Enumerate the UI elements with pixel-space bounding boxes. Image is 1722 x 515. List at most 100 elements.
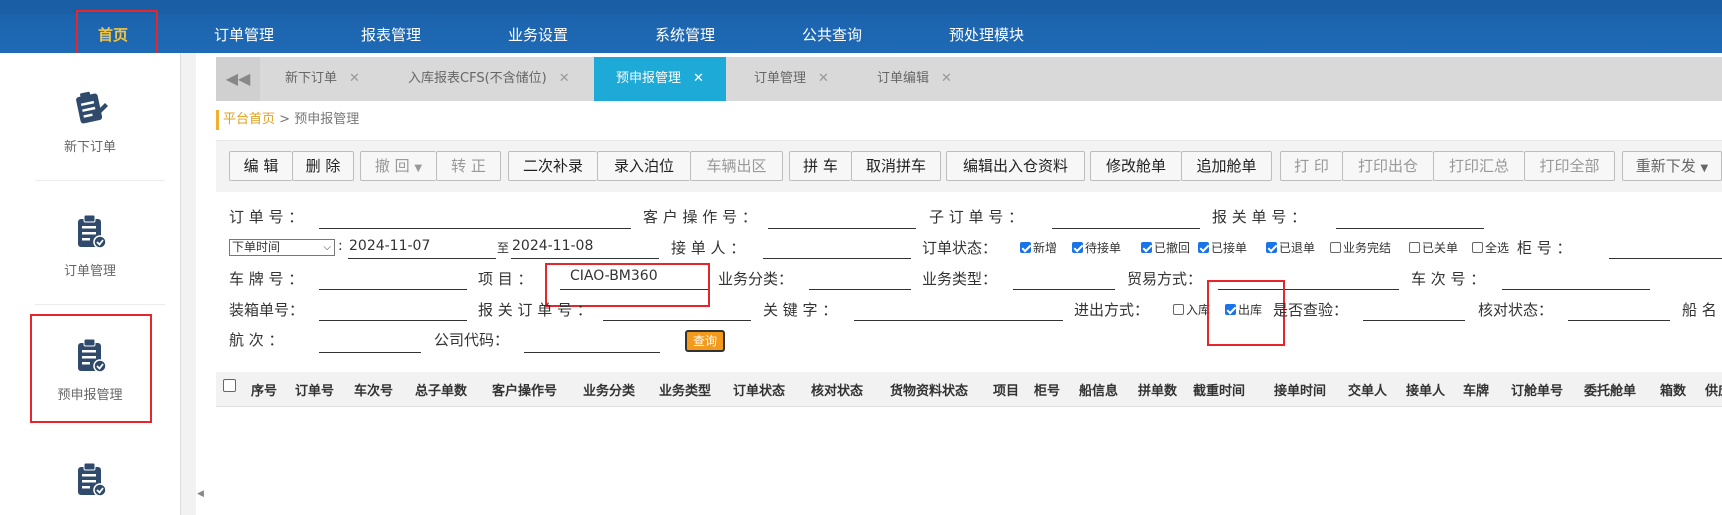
column-header[interactable]: 拼单数	[1138, 380, 1177, 399]
sidebar-item-order-mgmt[interactable]: 订单管理	[0, 212, 180, 279]
tab-scroll-back-icon[interactable]: ◀◀	[216, 57, 260, 101]
checkbox-icon[interactable]	[1072, 242, 1083, 253]
column-header[interactable]: 箱数	[1660, 380, 1686, 399]
delete-button[interactable]: 删 除	[292, 151, 354, 181]
date-to-input[interactable]: 2024-11-08	[512, 238, 593, 254]
column-header[interactable]: 订舱单号	[1511, 380, 1563, 399]
tab-inbound-report[interactable]: 入库报表CFS(不含储位) ✕	[408, 57, 570, 101]
date-from-input[interactable]: 2024-11-07	[349, 238, 430, 254]
checkbox-icon[interactable]	[1173, 304, 1184, 315]
sidebar-collapse-arrow-icon[interactable]: ◀	[197, 489, 204, 499]
keyword-input[interactable]	[854, 320, 1063, 321]
close-icon[interactable]: ✕	[349, 71, 360, 86]
column-header[interactable]: 总子单数	[415, 380, 467, 399]
enter-berth-button[interactable]: 录入泊位	[597, 151, 690, 181]
time-type-select[interactable]: 下单时间 ⌵	[229, 239, 335, 256]
status-checkbox[interactable]: 已关单	[1409, 239, 1458, 256]
checkbox-icon[interactable]	[1472, 242, 1483, 253]
tab-order-mgmt[interactable]: 订单管理 ✕	[754, 57, 829, 101]
nav-order-mgmt[interactable]: 订单管理	[214, 24, 274, 45]
column-header[interactable]: 接单人	[1406, 380, 1445, 399]
customs-no-input[interactable]	[1336, 228, 1484, 229]
print-summary-button[interactable]: 打印汇总	[1433, 151, 1524, 181]
sidebar-collapse-strip[interactable]	[180, 53, 196, 515]
checkbox-icon[interactable]	[1020, 242, 1031, 253]
column-header[interactable]: 核对状态	[811, 380, 863, 399]
checkbox-icon[interactable]	[1266, 242, 1277, 253]
nav-report-mgmt[interactable]: 报表管理	[361, 24, 421, 45]
inspection-input[interactable]	[1363, 320, 1465, 321]
vehicle-exit-button[interactable]: 车辆出区	[690, 151, 783, 181]
nav-system-mgmt[interactable]: 系统管理	[655, 24, 715, 45]
close-icon[interactable]: ✕	[693, 71, 704, 86]
column-header[interactable]: 客户操作号	[492, 380, 557, 399]
column-header[interactable]: 接单时间	[1274, 380, 1326, 399]
close-icon[interactable]: ✕	[559, 71, 570, 86]
modify-manifest-button[interactable]: 修改舱单	[1090, 151, 1181, 181]
reissue-button[interactable]: 重新下发 ▼	[1622, 151, 1722, 181]
sidebar-item-new-order[interactable]: 新下订单	[0, 88, 180, 155]
print-button[interactable]: 打 印	[1280, 151, 1342, 181]
tab-new-order[interactable]: 新下订单 ✕	[285, 57, 360, 101]
company-code-input[interactable]	[524, 352, 660, 353]
biz-category-input[interactable]	[809, 289, 911, 290]
checkbox-icon[interactable]	[1330, 242, 1341, 253]
tab-order-edit[interactable]: 订单编辑 ✕	[877, 57, 952, 101]
edit-button[interactable]: 编 辑	[229, 151, 292, 181]
column-header[interactable]: 车次号	[354, 380, 393, 399]
close-icon[interactable]: ✕	[941, 71, 952, 86]
status-checkbox[interactable]: 新增	[1020, 239, 1057, 256]
status-checkbox[interactable]: 已撤回	[1141, 239, 1190, 256]
column-header[interactable]: 船信息	[1079, 380, 1118, 399]
status-checkbox[interactable]: 全选	[1472, 239, 1509, 256]
status-checkbox[interactable]: 业务完结	[1330, 239, 1391, 256]
print-all-button[interactable]: 打印全部	[1524, 151, 1615, 181]
convert-button[interactable]: 转 正	[436, 151, 501, 181]
inout-checkbox[interactable]: 入库	[1173, 301, 1210, 318]
voyage-input[interactable]	[319, 352, 421, 353]
append-manifest-button[interactable]: 追加舱单	[1181, 151, 1272, 181]
column-header[interactable]: 货物资料状态	[890, 380, 968, 399]
plate-no-input[interactable]	[319, 289, 467, 290]
biz-type-input[interactable]	[1013, 289, 1115, 290]
cancel-carpool-button[interactable]: 取消拼车	[851, 151, 941, 181]
tab-pre-declare[interactable]: 预申报管理 ✕	[594, 57, 726, 101]
nav-biz-settings[interactable]: 业务设置	[508, 24, 568, 45]
print-outbound-button[interactable]: 打印出仓	[1342, 151, 1433, 181]
edit-inout-info-button[interactable]: 编辑出入仓资料	[946, 151, 1085, 181]
checkbox-icon[interactable]	[1198, 242, 1209, 253]
sub-order-no-input[interactable]	[1052, 228, 1200, 229]
status-checkbox[interactable]: 待接单	[1072, 239, 1121, 256]
column-header[interactable]: 交单人	[1348, 380, 1387, 399]
checkbox-icon[interactable]	[1409, 242, 1420, 253]
revoke-button[interactable]: 撤 回 ▼	[360, 151, 436, 181]
column-header[interactable]: 柜号	[1034, 380, 1060, 399]
column-header[interactable]: 车牌	[1463, 380, 1489, 399]
column-header[interactable]: 订单号	[295, 380, 334, 399]
nav-preprocess[interactable]: 预处理模块	[949, 24, 1024, 45]
cabinet-no-input[interactable]	[1609, 258, 1722, 259]
trip-no-input[interactable]	[1502, 289, 1650, 290]
column-header[interactable]: 供应	[1705, 380, 1722, 399]
column-header[interactable]: 业务分类	[583, 380, 635, 399]
breadcrumb-home[interactable]: 平台首页	[223, 112, 275, 127]
close-icon[interactable]: ✕	[818, 71, 829, 86]
order-no-input[interactable]	[319, 228, 631, 229]
column-header[interactable]: 委托舱单	[1584, 380, 1636, 399]
secondary-entry-button[interactable]: 二次补录	[508, 151, 597, 181]
carpool-button[interactable]: 拼 车	[789, 151, 851, 181]
verify-status-input[interactable]	[1568, 320, 1670, 321]
packing-no-input[interactable]	[319, 320, 467, 321]
customer-op-no-input[interactable]	[768, 228, 916, 229]
column-header[interactable]: 订单状态	[733, 380, 785, 399]
column-header[interactable]: 项目	[993, 380, 1019, 399]
status-checkbox[interactable]: 已接单	[1198, 239, 1247, 256]
column-header[interactable]: 业务类型	[659, 380, 711, 399]
column-header[interactable]: 截重时间	[1193, 380, 1245, 399]
status-checkbox[interactable]: 已退单	[1266, 239, 1315, 256]
sidebar-item-next[interactable]	[0, 460, 180, 508]
checkbox-icon[interactable]	[1141, 242, 1152, 253]
query-button[interactable]: 查询	[685, 330, 725, 352]
receiver-input[interactable]	[763, 258, 911, 259]
customs-order-no-input[interactable]	[603, 320, 751, 321]
